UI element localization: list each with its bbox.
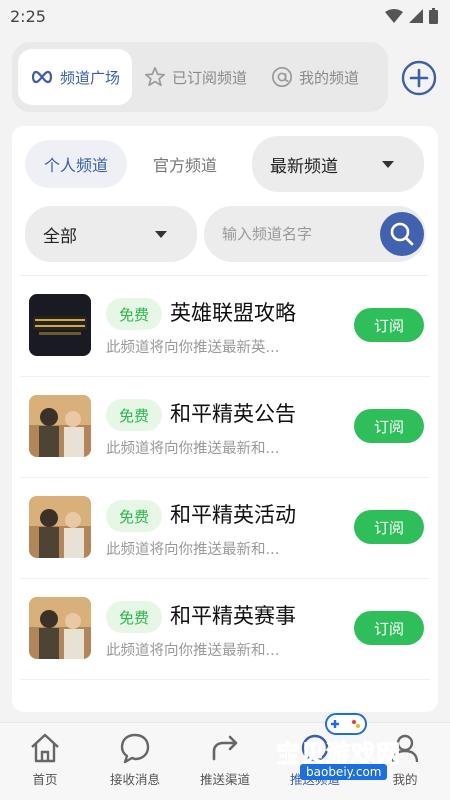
bottom-nav: 首页 接收消息 推送渠道 推送频道 我的 [0, 722, 450, 800]
nav-push-channels-label: 推送频道 [289, 772, 340, 787]
chat-icon [120, 733, 150, 764]
search-box [204, 206, 426, 262]
tab-my-channels[interactable]: 我的频道 [259, 49, 371, 105]
user-icon [391, 734, 419, 763]
channel-title: 和平精英活动 [170, 503, 296, 527]
channel-title: 英雄联盟攻略 [170, 301, 296, 325]
infinity-icon [31, 70, 53, 84]
nav-home-label: 首页 [32, 772, 58, 787]
category-dropdown[interactable]: 全部 [25, 206, 197, 262]
channel-description: 此频道将向你推送最新和... [106, 542, 280, 558]
filter-personal-label: 个人频道 [43, 156, 108, 175]
channel-thumbnail [29, 597, 91, 659]
wifi-icon [385, 9, 403, 23]
nav-messages-label: 接收消息 [109, 772, 160, 787]
tab-channel-square-label: 频道广场 [60, 68, 121, 87]
nav-push-routes[interactable]: 推送渠道 [185, 731, 265, 788]
filter-official-label: 官方频道 [152, 156, 217, 175]
filter-official-channels[interactable]: 官方频道 [137, 140, 233, 188]
at-icon [272, 67, 293, 87]
nav-push-channels[interactable]: 推送频道 [275, 731, 355, 788]
tab-my-channels-label: 我的频道 [299, 68, 360, 87]
status-bar: 2:25 [0, 0, 450, 32]
free-badge: 免费 [106, 500, 162, 532]
tab-channel-square[interactable]: 频道广场 [18, 49, 133, 105]
subscribe-button[interactable]: 订阅 [354, 409, 424, 443]
search-button[interactable] [380, 212, 424, 256]
subscribe-button[interactable]: 订阅 [354, 308, 424, 342]
nav-push-routes-label: 推送渠道 [199, 772, 250, 787]
chevron-down-icon [155, 231, 167, 238]
channel-thumbnail [29, 496, 91, 558]
top-tab-bar: 频道广场 已订阅频道 我的频道 [12, 42, 388, 112]
channel-list: 免费 英雄联盟攻略 此频道将向你推送最新英... 订阅 免费 和平精英公告 此频… [12, 276, 438, 680]
free-badge: 免费 [106, 601, 162, 633]
tab-subscribed[interactable]: 已订阅频道 [132, 49, 259, 105]
signal-icon [409, 9, 423, 23]
channel-description: 此频道将向你推送最新和... [106, 643, 280, 659]
search-icon [390, 222, 414, 246]
status-time: 2:25 [10, 6, 46, 26]
channel-title: 和平精英公告 [170, 402, 296, 426]
free-badge: 免费 [106, 298, 162, 330]
subscribe-button[interactable]: 订阅 [354, 510, 424, 544]
add-channel-icon[interactable] [401, 60, 437, 96]
list-item[interactable]: 免费 和平精英公告 此频道将向你推送最新和... 订阅 [20, 377, 430, 478]
share-icon [212, 735, 238, 761]
sort-dropdown[interactable]: 最新频道 [252, 136, 424, 192]
channel-description: 此频道将向你推送最新和... [106, 441, 280, 457]
sort-dropdown-label: 最新频道 [270, 156, 338, 177]
battery-icon [429, 8, 438, 24]
list-item[interactable]: 免费 和平精英赛事 此频道将向你推送最新和... 订阅 [20, 579, 430, 680]
nav-profile-label: 我的 [392, 772, 418, 787]
channel-icon [301, 734, 329, 762]
channel-thumbnail [29, 294, 91, 356]
star-icon [145, 67, 166, 87]
nav-profile[interactable]: 我的 [365, 731, 445, 788]
home-icon [31, 733, 59, 763]
channel-search-input[interactable] [222, 225, 372, 243]
tab-subscribed-label: 已订阅频道 [172, 68, 248, 87]
nav-messages[interactable]: 接收消息 [95, 731, 175, 788]
subscribe-button[interactable]: 订阅 [354, 611, 424, 645]
channel-title: 和平精英赛事 [170, 604, 296, 628]
category-dropdown-label: 全部 [43, 226, 77, 247]
channel-thumbnail [29, 395, 91, 457]
channel-list-card: 个人频道 官方频道 最新频道 全部 输入频道名字 免费 英雄联盟攻略 此频道将向… [12, 126, 438, 712]
filter-personal-channels[interactable]: 个人频道 [25, 140, 127, 188]
nav-home[interactable]: 首页 [5, 731, 85, 788]
free-badge: 免费 [106, 399, 162, 431]
list-item[interactable]: 免费 和平精英活动 此频道将向你推送最新和... 订阅 [20, 478, 430, 579]
chevron-down-icon [382, 161, 394, 168]
list-item[interactable]: 免费 英雄联盟攻略 此频道将向你推送最新英... 订阅 [20, 276, 430, 377]
channel-description: 此频道将向你推送最新英... [106, 340, 280, 356]
